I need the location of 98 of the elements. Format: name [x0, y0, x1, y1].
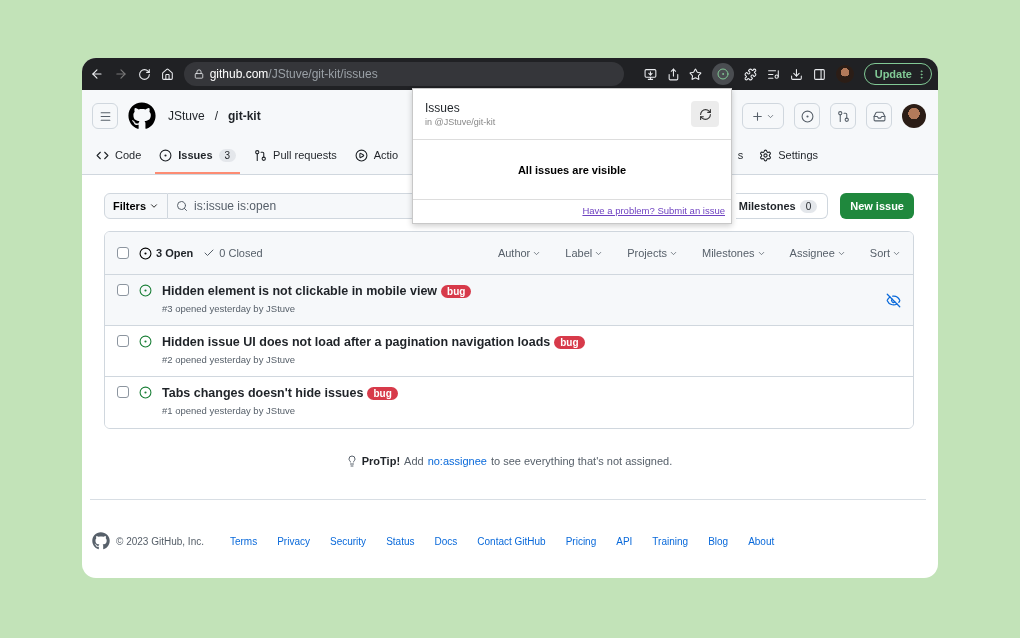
repo-tab[interactable]: Code [92, 138, 146, 174]
issue-title[interactable]: Hidden issue UI does not load after a pagination navigation loads [162, 335, 551, 349]
eye-off-icon [886, 293, 901, 308]
select-all-checkbox[interactable] [117, 247, 129, 259]
circle-dot-icon [717, 68, 730, 80]
filter-menu[interactable]: Projects [627, 247, 678, 259]
issue-label[interactable]: bug [367, 386, 398, 400]
footer-link[interactable]: API [616, 535, 633, 547]
address-bar[interactable]: github.com/JStuve/git-kit/issues [183, 62, 624, 86]
share-icon [666, 67, 680, 81]
forward-icon [113, 67, 128, 81]
menu-icon [98, 109, 112, 123]
breadcrumb-separator: / [214, 109, 219, 123]
issue-meta: #2 opened yesterday by JStuve [162, 354, 297, 365]
star-icon [689, 67, 703, 81]
filter-menu[interactable]: Milestones [701, 247, 766, 259]
copyright: © 2023 GitHub, Inc. [116, 535, 204, 547]
report-link[interactable]: Have a problem? Submit an issue [576, 200, 731, 223]
caret-icon [149, 201, 159, 211]
media-icon [767, 67, 780, 81]
issues-button[interactable] [794, 103, 820, 129]
home-icon [160, 67, 174, 81]
issue-meta: #1 opened yesterday by JStuve [162, 405, 297, 416]
update-button[interactable]: Update [863, 63, 932, 85]
inbox-button[interactable] [866, 103, 892, 129]
issue-count: 3 [218, 148, 237, 162]
menu-button[interactable] [92, 103, 118, 129]
refresh-button[interactable] [691, 101, 719, 127]
closed-count[interactable]: 0 Closed [219, 247, 263, 259]
new-issue-button[interactable]: New issue [840, 193, 914, 219]
avatar[interactable] [902, 104, 926, 128]
issue-checkbox[interactable] [117, 284, 129, 296]
download-icon [790, 67, 803, 81]
pull-request-icon [254, 148, 268, 162]
filter-menu[interactable]: Assignee [789, 247, 846, 259]
issue-meta: #3 opened yesterday by JStuve [162, 303, 297, 314]
filter-menu[interactable]: Label [565, 247, 604, 259]
pull-request-icon [836, 109, 850, 123]
reload-icon [137, 67, 151, 81]
refresh-icon [698, 107, 712, 121]
issue-title[interactable]: Hidden element is not clickable in mobile view [162, 284, 438, 298]
repo-owner-link[interactable]: JStuve [168, 109, 205, 123]
extension-button[interactable] [712, 63, 735, 85]
footer-link[interactable]: Contact GitHub [477, 535, 546, 547]
repo-tab[interactable]: Actio [350, 138, 403, 174]
issue-checkbox[interactable] [117, 335, 129, 347]
repo-name-link[interactable]: git-kit [228, 109, 261, 123]
plus-icon [751, 109, 764, 123]
repo-tab[interactable]: Settings [755, 138, 822, 174]
footer-link[interactable]: Pricing [565, 535, 597, 547]
open-issue-icon [139, 386, 152, 399]
footer-link[interactable]: Terms [229, 535, 258, 547]
footer-link[interactable]: Training [652, 535, 689, 547]
repo-tab[interactable]: s [733, 138, 748, 174]
puzzle-icon [744, 67, 758, 81]
open-issue-icon [139, 335, 152, 348]
open-count[interactable]: 3 Open [156, 247, 194, 259]
protip-link[interactable]: no:assignee [427, 455, 487, 467]
issue-icon [139, 246, 152, 260]
filter-menu[interactable]: Sort [869, 247, 901, 259]
footer-link[interactable]: Privacy [277, 535, 310, 547]
sidebar-icon [812, 67, 826, 81]
milestones-button[interactable]: Milestones 0 [736, 193, 829, 219]
issue-icon [800, 109, 814, 123]
popup-title: Issues [425, 101, 461, 115]
footer-link[interactable]: Status [386, 535, 415, 547]
popup-subtitle: in @JStuve/git-kit [425, 117, 497, 127]
footer-link[interactable]: Blog [708, 535, 729, 547]
footer-link[interactable]: About [748, 535, 775, 547]
status-message: All issues are visible [413, 140, 731, 200]
logo-icon [128, 102, 156, 130]
footer-link[interactable]: Docs [434, 535, 458, 547]
repo-tab[interactable]: Issues 3 [155, 138, 241, 174]
issue-row[interactable]: Hidden element is not clickable in mobile view bug #3 opened yesterday by JStuve [105, 275, 913, 326]
lock-icon [193, 69, 204, 79]
protip-label: ProTip! [361, 455, 401, 467]
lightbulb-icon [345, 455, 358, 467]
pull-requests-button[interactable] [830, 103, 856, 129]
protip-text: Add [404, 455, 424, 467]
open-issue-icon [139, 284, 152, 297]
inbox-icon [872, 109, 886, 123]
issue-icon [159, 148, 173, 162]
issue-title[interactable]: Tabs changes doesn't hide issues [162, 386, 364, 400]
play-icon [354, 148, 368, 162]
install-icon [643, 67, 657, 81]
footer-link[interactable]: Security [330, 535, 367, 547]
issue-label[interactable]: bug [554, 335, 585, 349]
filter-menu[interactable]: Author [497, 247, 542, 259]
logo-icon [92, 532, 110, 550]
protip-text: to see everything that's not assigned. [490, 455, 673, 467]
settings-icon [759, 148, 773, 162]
filters-button[interactable]: Filters [104, 193, 168, 219]
issue-label[interactable]: bug [441, 284, 472, 298]
repo-tab[interactable]: Pull requests [250, 138, 341, 174]
back-icon [90, 67, 104, 81]
search-icon [176, 200, 188, 212]
check-icon [203, 247, 216, 259]
issue-checkbox[interactable] [117, 386, 129, 398]
